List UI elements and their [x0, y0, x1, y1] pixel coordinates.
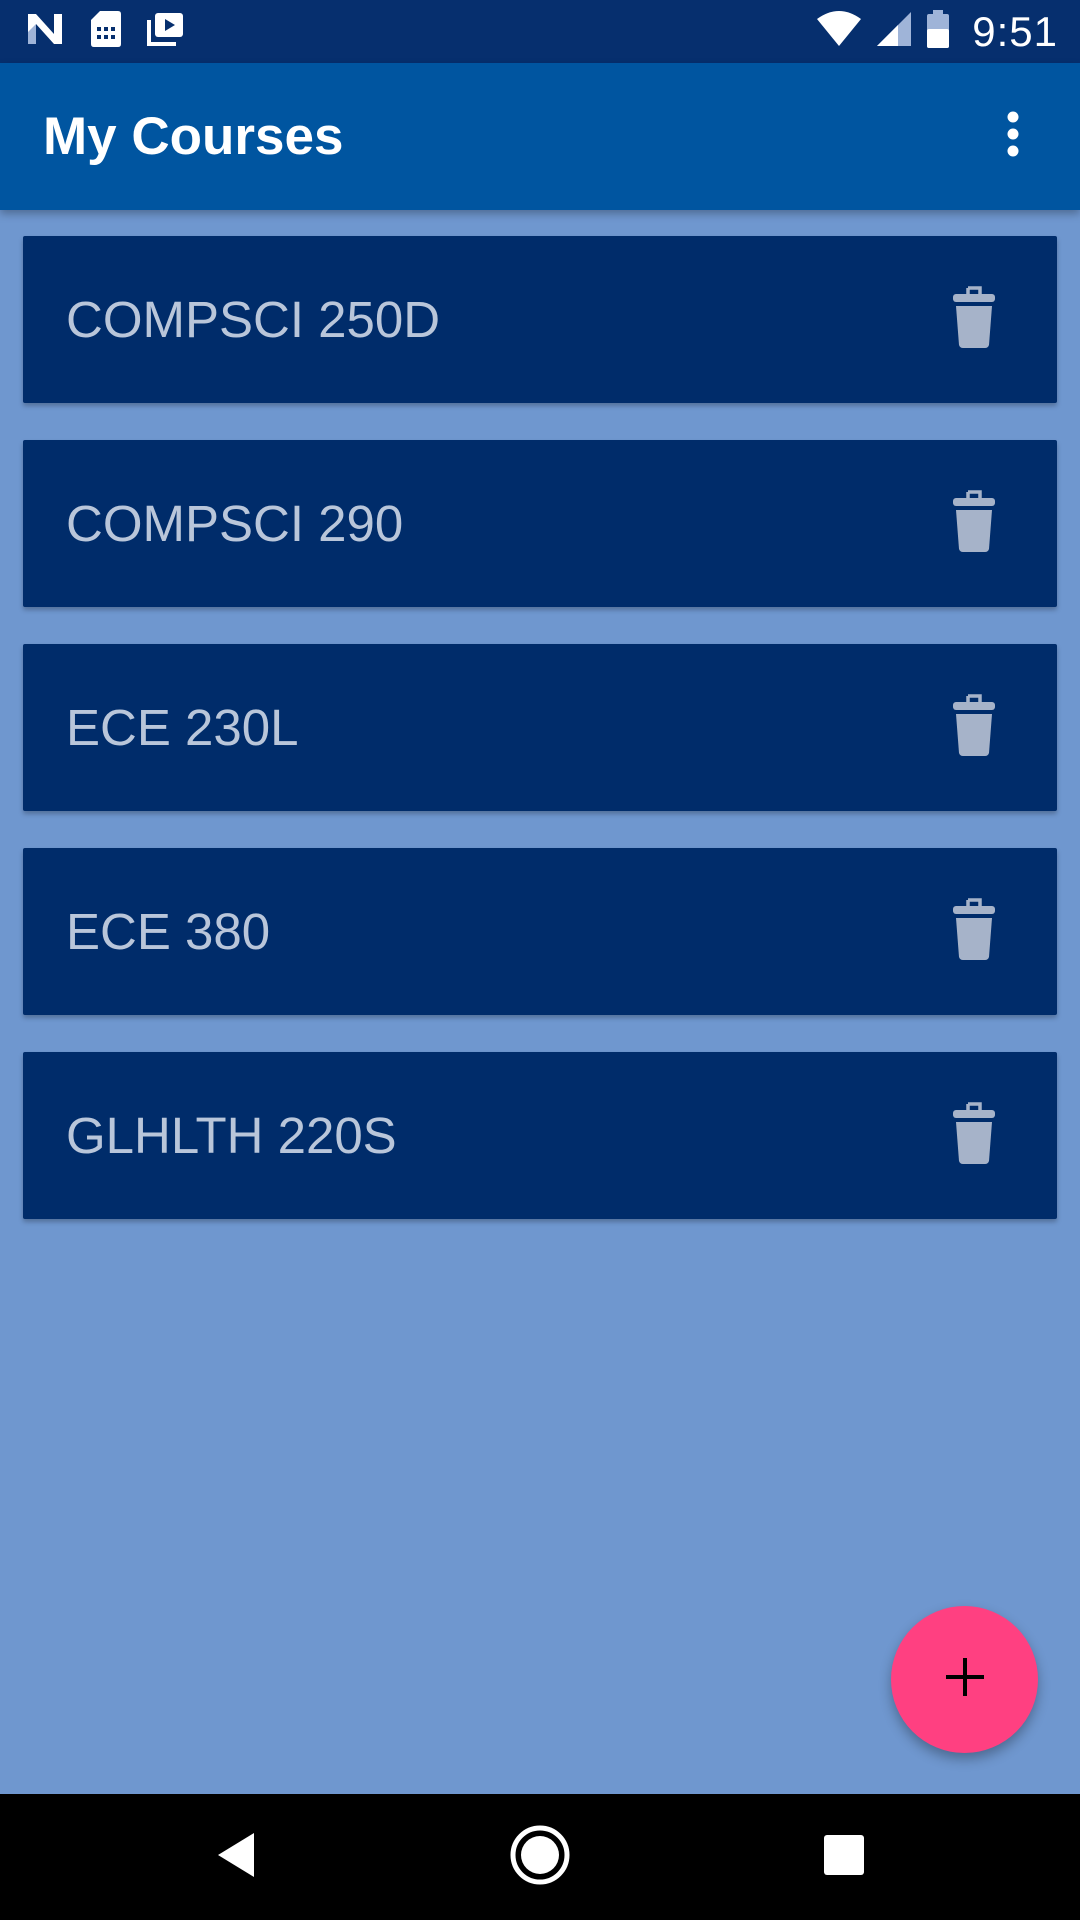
status-right: 9:51 [802, 8, 1058, 56]
delete-course-button[interactable] [929, 877, 1019, 987]
sim-card-icon [90, 10, 122, 53]
home-icon [509, 1824, 571, 1891]
cell-signal-icon [876, 11, 912, 52]
course-list-area: COMPSCI 250D COMPSCI 290 ECE 230L ECE 38… [0, 210, 1080, 1794]
system-nav-bar [0, 1794, 1080, 1920]
course-name: COMPSCI 290 [66, 495, 404, 552]
recents-button[interactable] [784, 1794, 904, 1920]
overflow-menu-button[interactable] [968, 87, 1058, 187]
course-card[interactable]: ECE 230L [23, 644, 1057, 811]
add-course-button[interactable] [891, 1606, 1038, 1753]
back-button[interactable] [176, 1794, 296, 1920]
trash-icon [951, 285, 997, 354]
app-bar: My Courses [0, 63, 1080, 210]
course-name: ECE 380 [66, 903, 271, 960]
delete-course-button[interactable] [929, 673, 1019, 783]
page-title: My Courses [43, 107, 344, 166]
trash-icon [951, 489, 997, 558]
trash-icon [951, 1101, 997, 1170]
status-left [26, 10, 210, 53]
course-name: GLHLTH 220S [66, 1107, 397, 1164]
trash-icon [951, 897, 997, 966]
trash-icon [951, 693, 997, 762]
course-card[interactable]: COMPSCI 290 [23, 440, 1057, 607]
course-card[interactable]: ECE 380 [23, 848, 1057, 1015]
course-card[interactable]: COMPSCI 250D [23, 236, 1057, 403]
course-card[interactable]: GLHLTH 220S [23, 1052, 1057, 1219]
battery-icon [926, 9, 950, 54]
recents-icon [823, 1834, 865, 1881]
course-list: COMPSCI 250D COMPSCI 290 ECE 230L ECE 38… [0, 210, 1080, 1219]
notification-n-icon [26, 12, 66, 51]
course-name: ECE 230L [66, 699, 299, 756]
status-time: 9:51 [972, 7, 1058, 55]
more-vert-icon [1006, 111, 1020, 162]
delete-course-button[interactable] [929, 1081, 1019, 1191]
delete-course-button[interactable] [929, 265, 1019, 375]
plus-icon [945, 1657, 985, 1702]
home-button[interactable] [480, 1794, 600, 1920]
wifi-icon [816, 11, 862, 52]
media-queue-icon [146, 11, 186, 52]
status-bar: 9:51 [0, 0, 1080, 63]
delete-course-button[interactable] [929, 469, 1019, 579]
back-icon [216, 1832, 256, 1883]
course-name: COMPSCI 250D [66, 291, 441, 348]
